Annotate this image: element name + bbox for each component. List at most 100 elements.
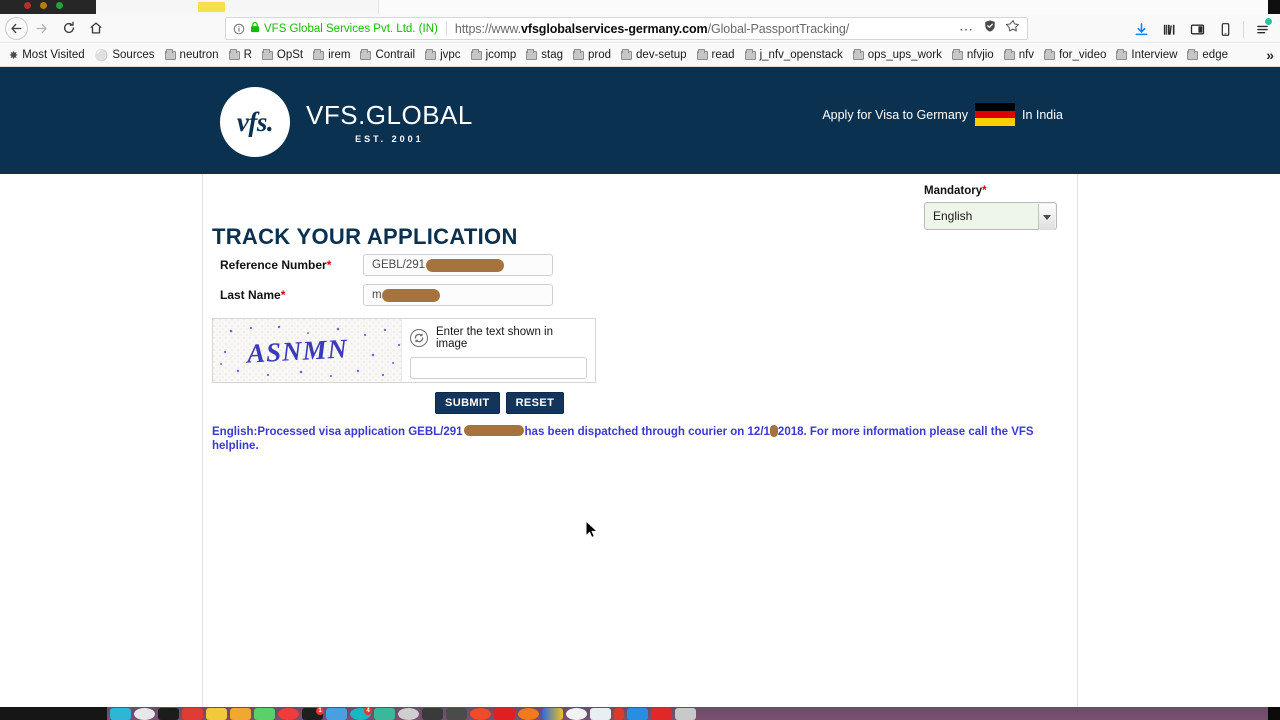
bookmark-nfv[interactable]: nfv [1003,48,1035,61]
submit-button[interactable]: SUBMIT [435,392,500,414]
bookmark-opst[interactable]: OpSt [261,48,303,61]
back-icon[interactable] [5,16,28,40]
bookmark-label: read [711,49,735,61]
url-text: https://www.vfsglobalservices-germany.co… [455,22,849,36]
language-selector-group: Mandatory* English [924,185,1057,230]
dock-item-launchpad[interactable] [134,708,155,720]
folder-icon [470,48,482,60]
dock-item-mail[interactable]: 1 [302,707,324,720]
dock-item-finder[interactable] [110,708,131,720]
dock-item-safari[interactable] [566,708,587,720]
dock-item-papers[interactable] [590,708,611,720]
urlbar-actions: ⋯ [959,19,1020,38]
page-actions-icon[interactable]: ⋯ [959,22,974,36]
dock-item-contacts[interactable] [374,708,395,720]
dock-item-calendar[interactable]: 4 [350,707,372,720]
window-minimize-button[interactable] [40,2,47,9]
bookmark-prod[interactable]: prod [573,48,611,61]
dock-item-sticky[interactable] [230,708,251,720]
bookmark-nfvjio[interactable]: nfvjio [951,48,994,61]
bookmark-sources[interactable]: ⚪ Sources [95,49,155,62]
sidebar-icon[interactable] [1183,17,1211,41]
bookmark-label: Contrail [375,49,416,61]
bookmark-most-visited[interactable]: ✸ Most Visited [9,49,85,62]
dock-item-trash[interactable] [675,708,696,720]
dock-item-xcode[interactable] [422,708,443,720]
reset-button[interactable]: RESET [505,392,565,414]
dock-item-settings[interactable] [398,708,419,720]
bookmark-label: neutron [179,49,219,61]
chevron-down-icon[interactable] [1038,204,1055,230]
captcha-input[interactable] [410,357,587,379]
dock-item-adobe[interactable] [494,708,515,720]
dock-item-trademark[interactable] [651,708,672,720]
bookmark-contrail[interactable]: Contrail [360,48,416,61]
dock-item-colorsync[interactable] [542,708,563,720]
dock-item-pdf[interactable] [182,708,203,720]
bookmark-read[interactable]: read [696,48,735,61]
site-logo[interactable]: vfs. VFS.GLOBAL EST. 2001 [220,87,473,157]
bookmark-ops-ups-work[interactable]: ops_ups_work [852,48,942,61]
bookmark-j-nfv-openstack[interactable]: j_nfv_openstack [744,48,843,61]
bookmark-label: R [243,49,252,61]
dock-item-small[interactable] [614,708,624,720]
home-icon[interactable] [82,15,109,42]
dock-item-vlc[interactable] [518,708,539,720]
toolbar-divider [1243,20,1244,38]
download-icon[interactable] [1127,17,1155,41]
dock-item-editor[interactable] [446,708,467,720]
dock-item-music[interactable] [278,708,299,720]
folder-icon [696,48,708,60]
window-close-button[interactable] [24,2,31,9]
bookmark-r[interactable]: R [228,48,252,61]
dock-item-terminal[interactable] [158,708,179,720]
bookmark-dev-setup[interactable]: dev-setup [621,48,687,61]
bookmark-jvpc[interactable]: jvpc [425,48,461,61]
last-name-input[interactable]: m [363,284,553,306]
reference-number-input[interactable]: GEBL/291 [363,254,553,276]
folder-icon [313,48,325,60]
germany-flag-icon [974,103,1015,127]
address-bar[interactable]: VFS Global Services Pvt. Ltd. (IN) https… [225,17,1028,40]
tab-strip [96,0,1280,14]
notification-badge: 1 [316,707,324,715]
bookmark-jcomp[interactable]: jcomp [470,48,517,61]
language-dropdown[interactable]: English [924,202,1057,230]
bookmarks-overflow-icon[interactable]: » [1266,47,1274,63]
bookmark-label: jcomp [485,49,517,61]
dock-item-telegram[interactable] [627,708,648,720]
captcha-image: ASNMN [213,319,402,382]
label-text: Last Name [220,288,281,302]
menu-icon[interactable] [1248,17,1276,41]
language-selected-value: English [933,209,973,223]
bookmark-edge[interactable]: edge [1187,48,1228,61]
bookmark-stag[interactable]: stag [526,48,563,61]
reference-number-value: GEBL/291 [372,259,426,271]
screen-right-edge [1268,0,1280,14]
reload-icon[interactable] [55,15,82,42]
bookmark-label: edge [1202,49,1228,61]
country-text: In India [1021,107,1063,122]
library-icon[interactable] [1155,17,1183,41]
bookmark-label: nfvjio [966,49,994,61]
page-info-icon[interactable] [233,23,245,35]
os-dock: 1 4 [0,707,1280,720]
bookmark-interview[interactable]: Interview [1116,48,1177,61]
browser-tab-active[interactable] [198,2,225,12]
bookmark-irem[interactable]: irem [313,48,350,61]
shield-icon[interactable] [983,19,997,38]
dock-item-preview[interactable] [326,708,347,720]
reader-icon[interactable] [1211,17,1239,41]
dock-item-messages[interactable] [254,708,275,720]
refresh-icon[interactable] [410,329,428,347]
dock-item-notes[interactable] [206,708,227,720]
folder-icon [164,48,176,60]
folder-icon [360,48,372,60]
bookmark-neutron[interactable]: neutron [164,48,219,61]
bookmark-star-icon[interactable] [1005,19,1020,38]
window-maximize-button[interactable] [56,2,63,9]
bookmark-label: nfv [1018,49,1035,61]
bookmark-for-video[interactable]: for_video [1044,48,1106,61]
dock-item-firefox[interactable] [470,708,491,720]
last-name-value: m [372,289,382,301]
